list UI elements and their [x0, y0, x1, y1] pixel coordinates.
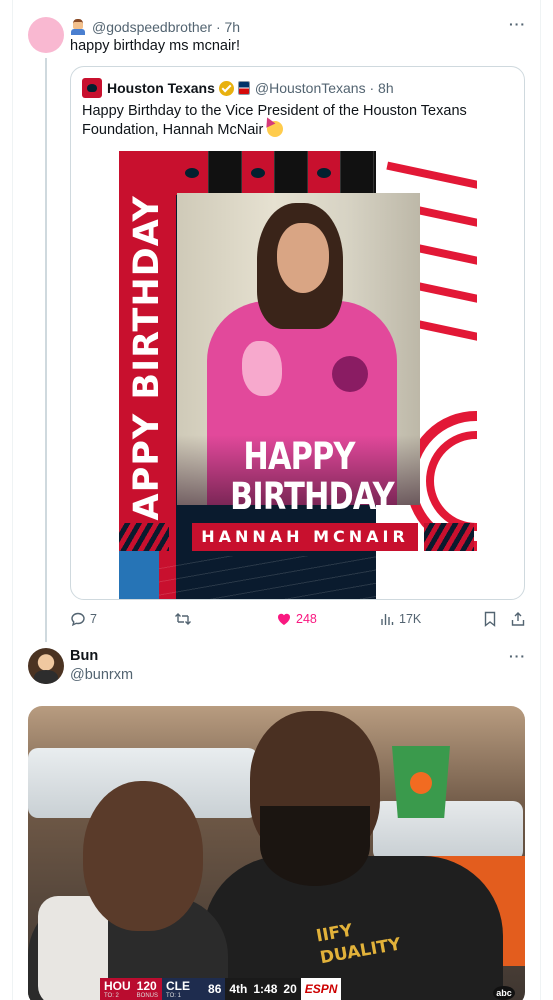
towel — [38, 896, 108, 1000]
left-border — [12, 0, 13, 1000]
headline: HAPPY BIRTHDAY — [230, 435, 394, 518]
views-button[interactable]: 17K — [379, 610, 421, 628]
thread-connector — [45, 58, 47, 642]
reply-button[interactable]: 7 — [70, 610, 97, 628]
reply-count: 7 — [90, 612, 97, 626]
views-chart-icon — [381, 614, 394, 625]
right-border — [540, 0, 541, 1000]
texans-logo-icon — [82, 78, 102, 98]
tweet-text: happy birthday ms mcnair! — [70, 38, 241, 54]
share-icon — [511, 612, 525, 626]
game-clock-block: 4th 1:48 20 — [225, 978, 301, 1000]
party-face-emoji-icon — [267, 121, 284, 137]
quote-author-name[interactable]: Houston Texans — [107, 80, 215, 96]
author-handle[interactable]: @bunrxm — [70, 667, 133, 683]
network-logo: ESPN — [300, 978, 342, 1000]
team1-timeouts: TO: 2 — [104, 993, 119, 999]
share-button[interactable] — [510, 610, 530, 628]
player-head — [83, 781, 203, 931]
vertical-happy-birthday: HAPPY BIRTHDAY — [127, 195, 167, 551]
headline-line-2: BIRTHDAY — [230, 475, 394, 518]
team2-block: CLE TO: 1 86 — [162, 978, 226, 1000]
repost-icon — [175, 613, 191, 625]
verified-badge-icon — [218, 80, 234, 96]
birthday-graphic[interactable]: HAPPY BIRTHDAY HAPPY BIRTHDAY HANNAH MCN… — [119, 151, 477, 599]
bookmark-icon — [484, 611, 496, 627]
team1-block: HOU TO: 2 120 BONUS — [100, 978, 163, 1000]
quoted-tweet[interactable]: Houston Texans @HoustonTexans · 8h Happy… — [70, 66, 525, 600]
team1-bonus: BONUS — [136, 993, 159, 999]
like-button[interactable]: 248 — [276, 610, 317, 628]
bookmark-button[interactable] — [483, 610, 501, 628]
gatorade-cup — [392, 746, 450, 818]
nfl-affiliate-icon — [237, 81, 250, 95]
team1-abbr: HOU — [104, 979, 131, 993]
top-pattern-band — [176, 151, 376, 195]
team2-timeouts: TO: 1 — [166, 993, 181, 999]
team2-score: 86 — [208, 982, 222, 996]
user-handle[interactable]: @godspeedbrother — [92, 19, 212, 35]
quote-handle[interactable]: @HoustonTexans — [255, 80, 366, 96]
more-options-icon[interactable]: ··· — [509, 16, 526, 32]
avatar[interactable] — [28, 648, 64, 684]
avatar[interactable] — [28, 17, 64, 53]
team1-score: 120 — [136, 979, 157, 993]
quarter: 4th — [229, 982, 248, 996]
cooler — [373, 801, 523, 861]
view-count: 17K — [399, 612, 422, 626]
honoree-name: HANNAH MCNAIR — [192, 523, 418, 551]
timestamp[interactable]: · 7h — [216, 19, 240, 35]
headline-line-1: HAPPY — [243, 435, 355, 478]
bottom-texture — [159, 556, 477, 599]
man-emoji-icon — [70, 19, 86, 35]
abc-watermark: abc — [493, 986, 515, 1000]
quote-text: Happy Birthday to the Vice President of … — [82, 102, 512, 140]
game-clock: 1:48 — [253, 982, 278, 996]
reply-icon — [71, 612, 85, 627]
repost-button[interactable] — [174, 610, 196, 628]
attached-photo[interactable]: IIFY DUALITY HOU TO: 2 120 BONUS CLE TO:… — [28, 706, 525, 1000]
author-name[interactable]: Bun — [70, 648, 98, 664]
scoreboard: HOU TO: 2 120 BONUS CLE TO: 1 86 4th 1:4… — [100, 978, 342, 1000]
hatch-right — [424, 523, 474, 551]
tweet-header: @godspeedbrother · 7h — [70, 18, 240, 36]
quote-header: Houston Texans @HoustonTexans · 8h — [82, 78, 394, 98]
team2-abbr: CLE — [166, 979, 191, 993]
blue-accent — [119, 551, 159, 599]
shot-clock: 20 — [283, 982, 297, 996]
action-bar: 7 248 17K — [70, 610, 530, 628]
player-beard — [260, 806, 370, 886]
quote-timestamp[interactable]: · 8h — [369, 80, 393, 96]
hatch-left — [119, 523, 169, 551]
heart-filled-icon — [278, 613, 290, 625]
like-count: 248 — [296, 612, 317, 626]
more-options-icon[interactable]: ··· — [509, 648, 526, 664]
